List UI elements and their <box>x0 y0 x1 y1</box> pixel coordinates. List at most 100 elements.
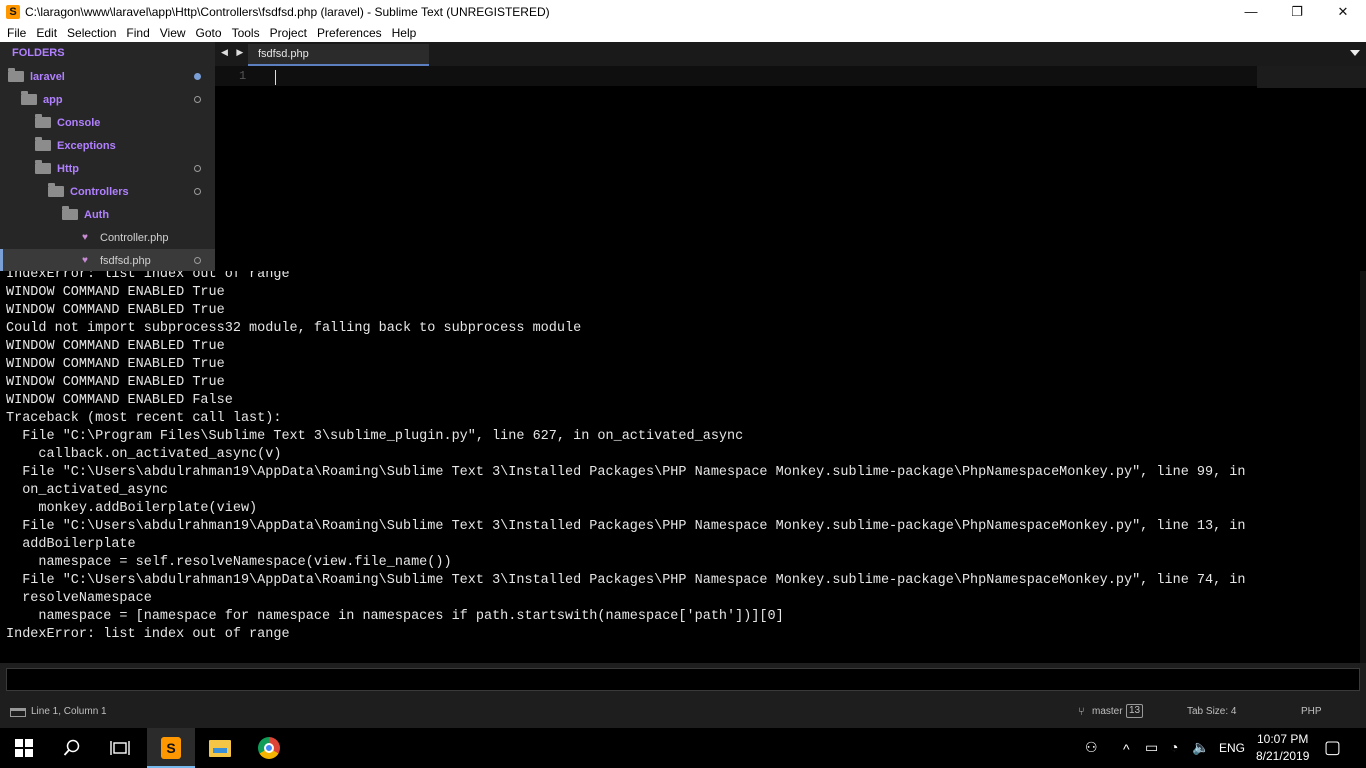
clock-time[interactable]: 10:07 PM <box>1257 732 1308 746</box>
sidebar-item-label: laravel <box>30 70 65 83</box>
tab-bar: ◀ ▶ fsdfsd.php <box>215 42 1366 66</box>
chrome-icon <box>258 737 280 759</box>
sidebar-item-laravel[interactable]: laravel <box>0 65 215 88</box>
start-button[interactable] <box>0 728 48 768</box>
windows-logo-icon <box>15 739 33 757</box>
php-file-icon: ♥ <box>82 231 88 243</box>
php-file-icon: ♥ <box>82 254 88 266</box>
folder-open-icon <box>8 68 24 82</box>
input-language-indicator[interactable]: ENG <box>1219 741 1245 755</box>
menu-tools[interactable]: Tools <box>227 26 265 40</box>
title-bar: S C:\laragon\www\laravel\app\Http\Contro… <box>0 0 1366 23</box>
tab-scroll-arrows-icon[interactable]: ◀ ▶ <box>221 47 246 58</box>
minimize-button[interactable]: — <box>1228 0 1274 23</box>
sidebar-item-label: Exceptions <box>57 139 116 152</box>
sidebar-item-label: fsdfsd.php <box>100 254 151 267</box>
folder-icon <box>62 206 78 220</box>
menu-selection[interactable]: Selection <box>62 26 121 40</box>
window-title: C:\laragon\www\laravel\app\Http\Controll… <box>25 4 550 19</box>
line-number: 1 <box>239 69 247 83</box>
sidebar-item-console[interactable]: Console <box>0 111 215 134</box>
sidebar-item-label: Controller.php <box>100 231 169 244</box>
panel-toggle-icon[interactable] <box>10 708 26 717</box>
windows-taskbar: S ⚇ ^ ▭ ◔ 🔈 ENG 10:07 PM 8/21/2019 ▢ <box>0 728 1366 768</box>
cursor-position: Line 1, Column 1 <box>31 706 107 717</box>
console-line: callback.on_activated_async(v) <box>6 447 282 462</box>
sidebar-item-auth[interactable]: Auth <box>0 203 215 226</box>
sublime-logo-icon: S <box>6 4 20 19</box>
folders-heading: FOLDERS <box>12 47 65 59</box>
minimap[interactable] <box>1257 66 1366 88</box>
console-line: Traceback (most recent call last): <box>6 411 282 426</box>
menu-preferences[interactable]: Preferences <box>312 26 387 40</box>
search-icon <box>63 739 80 756</box>
task-view-icon <box>110 741 130 755</box>
sidebar-item-label: Http <box>57 162 79 175</box>
search-button[interactable] <box>48 728 96 768</box>
menu-goto[interactable]: Goto <box>191 26 227 40</box>
console-line: namespace = [namespace for namespace in … <box>6 609 784 624</box>
menu-help[interactable]: Help <box>387 26 422 40</box>
show-hidden-icons-chevron-icon[interactable]: ^ <box>1123 741 1130 757</box>
console-input[interactable] <box>6 668 1360 691</box>
tab-dropdown-icon[interactable] <box>1350 50 1360 56</box>
menu-project[interactable]: Project <box>265 26 312 40</box>
console-line: IndexError: list index out of range <box>6 271 290 282</box>
menu-file[interactable]: File <box>2 26 31 40</box>
git-branch-icon: ⑂ <box>1078 706 1085 718</box>
menu-find[interactable]: Find <box>121 26 154 40</box>
console-scrollbar[interactable] <box>1360 271 1366 663</box>
sidebar-item-controller-php[interactable]: ♥ Controller.php <box>0 226 215 249</box>
task-view-button[interactable] <box>96 728 144 768</box>
taskbar-chrome[interactable] <box>245 728 293 768</box>
menu-bar: File Edit Selection Find View Goto Tools… <box>0 23 1366 42</box>
console-line: WINDOW COMMAND ENABLED True <box>6 303 225 318</box>
console-line: WINDOW COMMAND ENABLED True <box>6 357 225 372</box>
sidebar-item-exceptions[interactable]: Exceptions <box>0 134 215 157</box>
syntax-selector[interactable]: PHP <box>1301 706 1322 717</box>
folder-icon <box>35 114 51 128</box>
console-line: WINDOW COMMAND ENABLED True <box>6 339 225 354</box>
maximize-button[interactable]: ❐ <box>1274 0 1320 23</box>
console-log: IndexError: list index out of range WINDO… <box>6 271 1356 644</box>
sidebar-item-label: Auth <box>84 208 110 221</box>
sidebar-item-label: Console <box>57 116 101 129</box>
menu-edit[interactable]: Edit <box>31 26 62 40</box>
open-indicator-icon <box>194 257 201 264</box>
close-button[interactable]: ✕ <box>1320 0 1366 23</box>
console-line: monkey.addBoilerplate(view) <box>6 501 258 516</box>
clock-date[interactable]: 8/21/2019 <box>1256 749 1309 763</box>
taskbar-file-explorer[interactable] <box>196 728 244 768</box>
sidebar-item-fsdfsd-php[interactable]: ♥ fsdfsd.php <box>0 249 215 272</box>
menu-view[interactable]: View <box>155 26 191 40</box>
volume-icon[interactable]: 🔈 <box>1192 739 1209 756</box>
console-output: IndexError: list index out of range WINDO… <box>0 271 1366 663</box>
console-line: File "C:\Users\abdulrahman19\AppData\Roa… <box>6 465 1246 480</box>
tab-size-setting[interactable]: Tab Size: 4 <box>1187 706 1236 717</box>
sidebar-item-app[interactable]: app <box>0 88 215 111</box>
console-line: File "C:\Users\abdulrahman19\AppData\Roa… <box>6 573 1246 588</box>
window-controls: — ❐ ✕ <box>1228 0 1366 23</box>
sidebar-item-label: app <box>43 93 63 106</box>
open-indicator-icon <box>194 96 201 103</box>
sidebar-item-controllers[interactable]: Controllers <box>0 180 215 203</box>
console-line: File "C:\Users\abdulrahman19\AppData\Roa… <box>6 519 1246 534</box>
folder-icon <box>35 137 51 151</box>
taskbar-sublime-text[interactable]: S <box>147 728 195 768</box>
git-branch-name[interactable]: master <box>1092 706 1123 717</box>
people-icon[interactable]: ⚇ <box>1085 739 1098 756</box>
console-line: on_activated_async <box>6 483 169 498</box>
battery-icon[interactable]: ▭ <box>1145 739 1158 756</box>
wifi-icon[interactable]: ◔ <box>1170 739 1178 755</box>
console-line: WINDOW COMMAND ENABLED True <box>6 375 225 390</box>
folder-open-icon <box>48 183 64 197</box>
current-line-highlight <box>215 66 1257 86</box>
editor-area[interactable]: 1 <box>215 66 1366 271</box>
git-changes-badge: 13 <box>1126 704 1144 718</box>
notification-center-icon[interactable]: ▢ <box>1324 737 1341 758</box>
sidebar-item-label: Controllers <box>70 185 129 198</box>
sidebar-item-http[interactable]: Http <box>0 157 215 180</box>
status-bar: Line 1, Column 1 ⑂ master 13 Tab Size: 4… <box>0 699 1366 728</box>
console-line: namespace = self.resolveNamespace(view.f… <box>6 555 452 570</box>
tab-fsdfsd-php[interactable]: fsdfsd.php <box>248 44 429 66</box>
